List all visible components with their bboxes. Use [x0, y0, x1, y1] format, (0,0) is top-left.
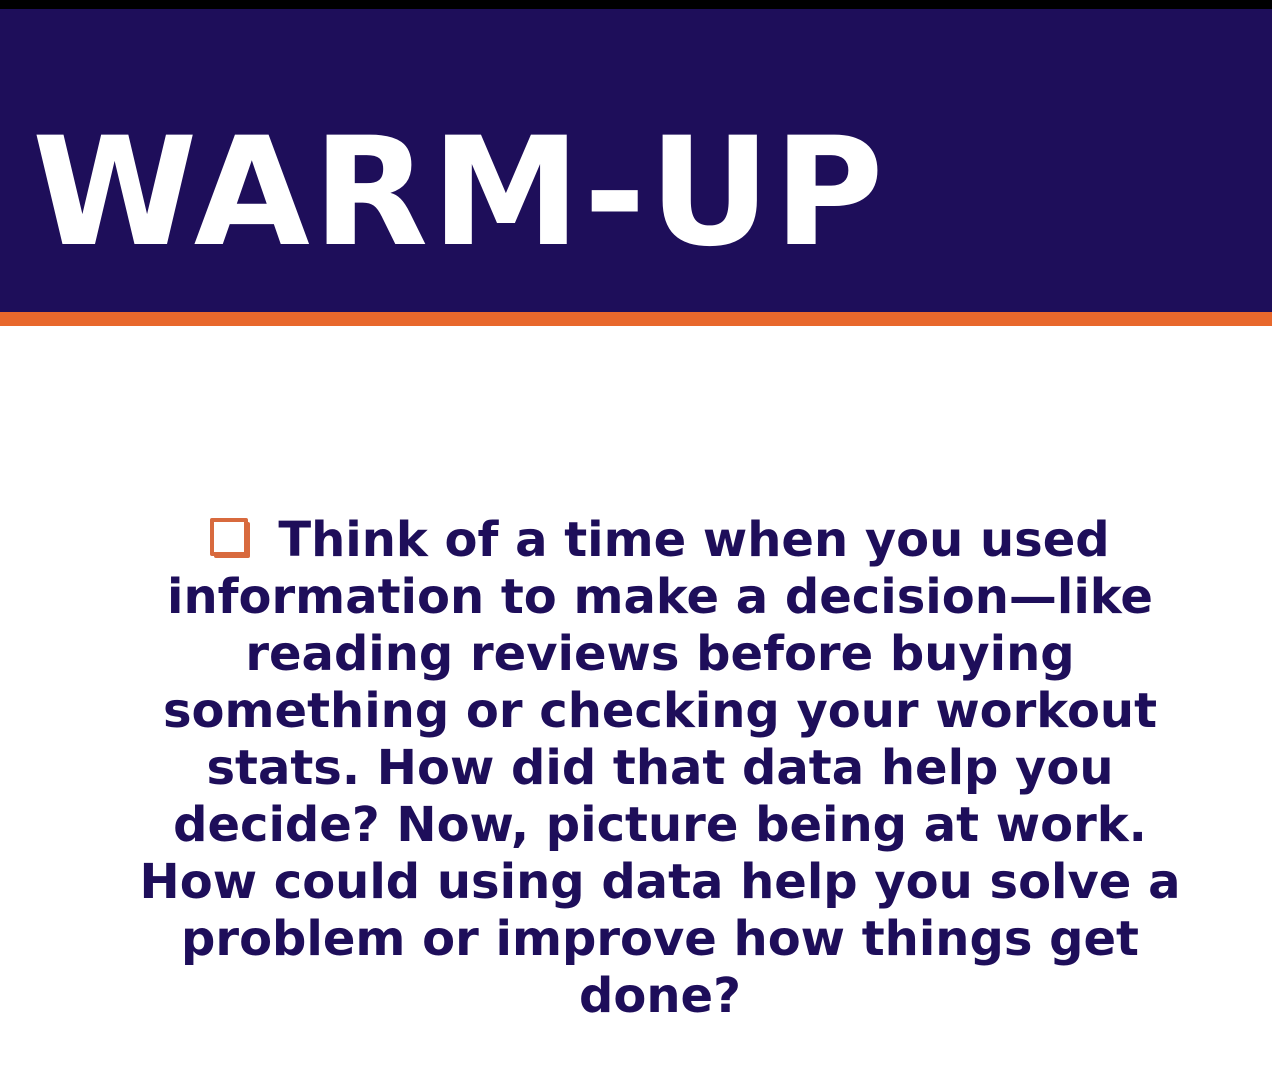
checkbox-icon	[210, 518, 251, 558]
top-strip	[0, 0, 1272, 9]
body-paragraph: Think of a time when you used informatio…	[110, 512, 1210, 1025]
accent-rule	[0, 312, 1272, 326]
slide: WARM-UP Think of a time when you used in…	[0, 0, 1272, 1076]
body-text: Think of a time when you used informatio…	[139, 512, 1181, 1024]
slide-title: WARM-UP	[32, 106, 887, 280]
